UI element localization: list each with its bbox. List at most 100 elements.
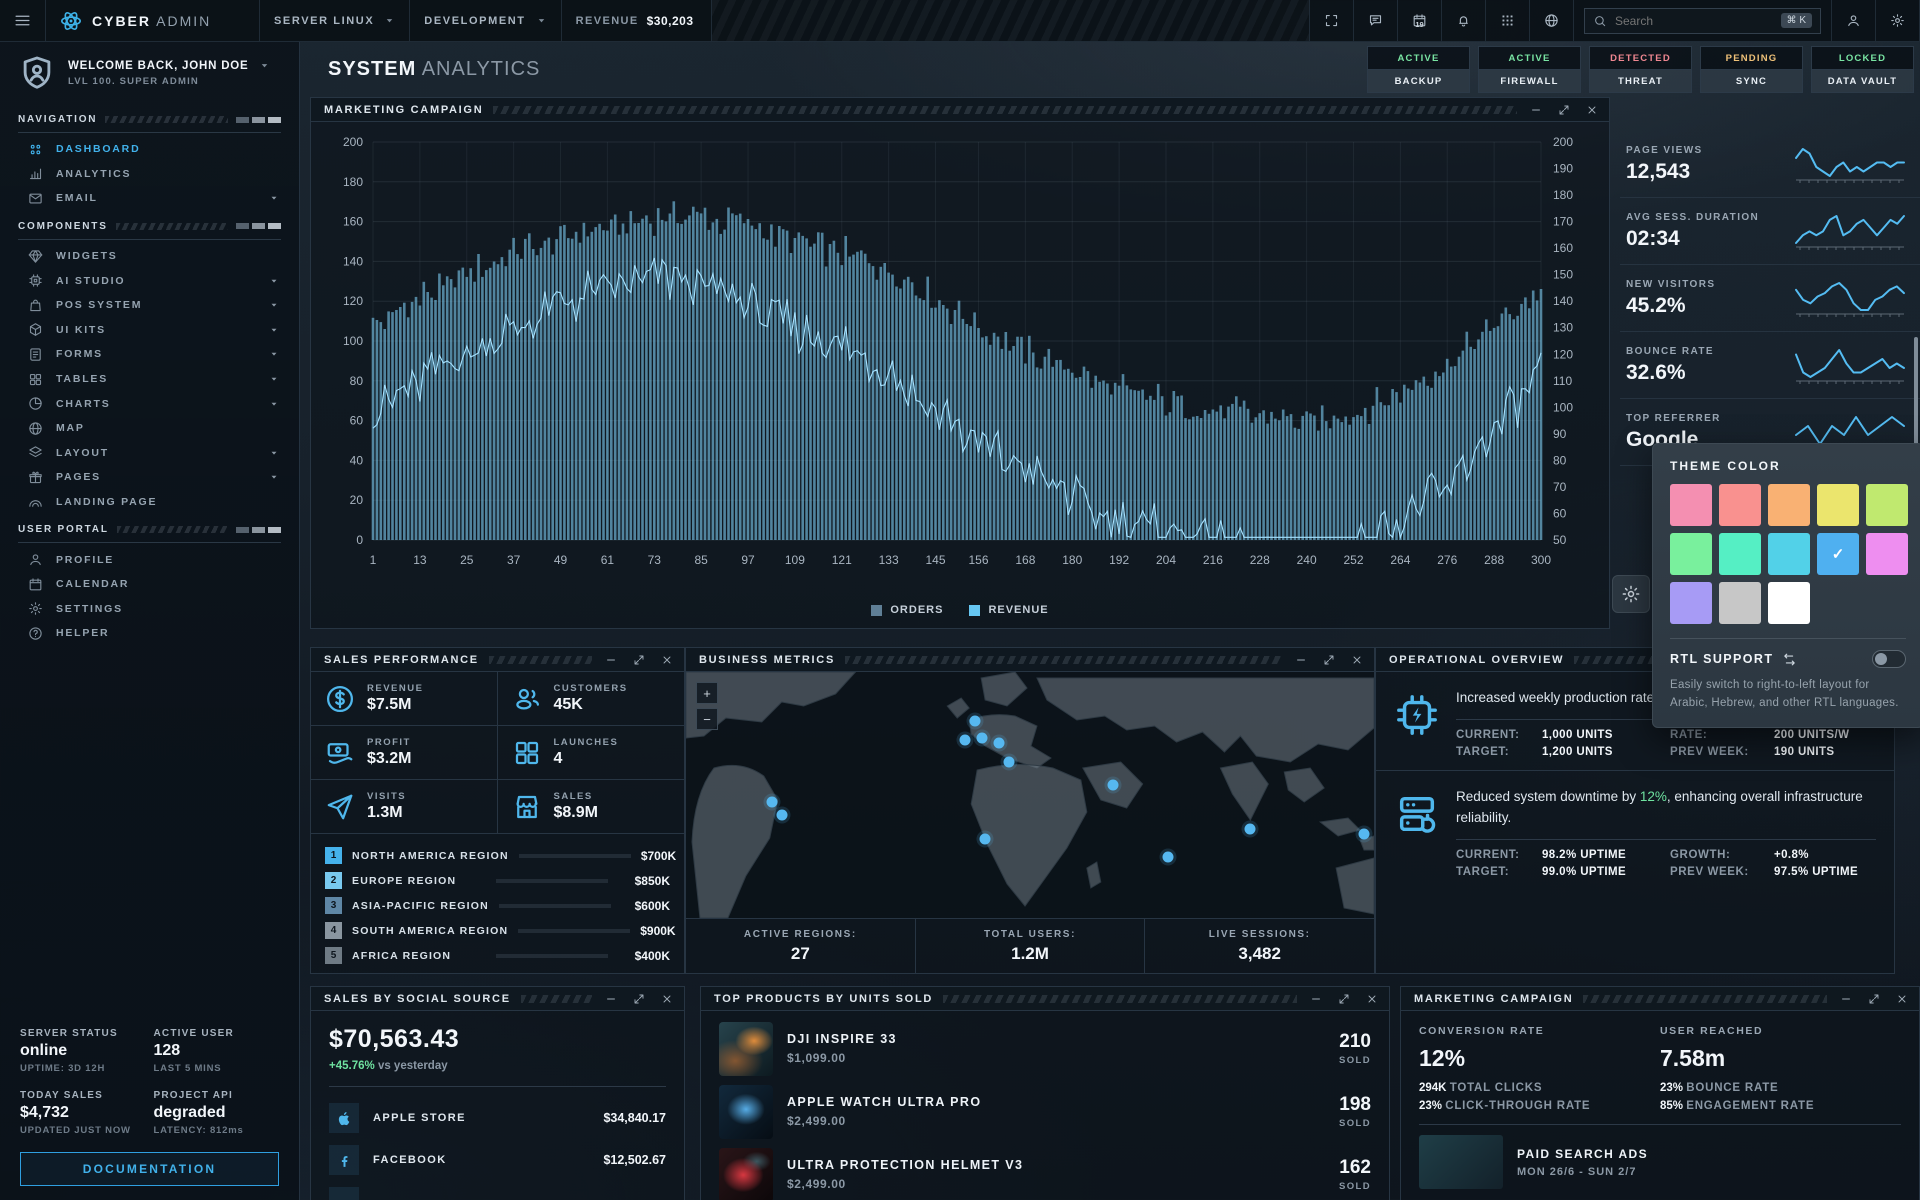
user-menu-button[interactable] [1832, 0, 1876, 41]
status-badge[interactable]: LOCKED DATA VAULT [1811, 46, 1914, 93]
product-row[interactable]: APPLE WATCH ULTRA PRO $2,499.00 198 SOLD [701, 1080, 1389, 1143]
documentation-button[interactable]: DOCUMENTATION [20, 1152, 279, 1186]
panel-minimize-button[interactable] [602, 990, 620, 1008]
panel-expand-button[interactable] [630, 990, 648, 1008]
brand[interactable]: CYBER ADMIN [46, 0, 260, 41]
sidebar-nav-item[interactable]: SETTINGS [0, 597, 299, 622]
sidebar-nav-item[interactable]: ANALYTICS [0, 162, 299, 187]
sidebar-nav-item[interactable]: UI KITS [0, 318, 299, 343]
panel-close-button[interactable] [1583, 101, 1601, 119]
map-location-dot[interactable] [1004, 756, 1015, 767]
sidebar-nav-item[interactable]: POS SYSTEM [0, 293, 299, 318]
map-location-dot[interactable] [980, 834, 991, 845]
sidebar-nav-item[interactable]: AI STUDIO [0, 268, 299, 293]
panel-minimize-button[interactable] [1292, 651, 1310, 669]
color-swatch[interactable] [1866, 533, 1908, 575]
environment-select[interactable]: DEVELOPMENT [410, 0, 561, 41]
sidebar-nav-item[interactable]: CALENDAR [0, 572, 299, 597]
color-swatch[interactable] [1768, 582, 1810, 624]
sidebar-nav-item[interactable]: MAP [0, 416, 299, 441]
panel-minimize-button[interactable] [1837, 990, 1855, 1008]
sidebar-nav-item[interactable]: HELPER [0, 621, 299, 646]
status-badge[interactable]: ACTIVE BACKUP [1367, 46, 1470, 93]
panel-minimize-button[interactable] [602, 651, 620, 669]
panel-expand-button[interactable] [1320, 651, 1338, 669]
status-badge[interactable]: ACTIVE FIREWALL [1478, 46, 1581, 93]
theme-settings-button[interactable] [1612, 575, 1650, 613]
color-swatch[interactable] [1768, 533, 1810, 575]
map-location-dot[interactable] [1107, 780, 1118, 791]
messages-button[interactable] [1354, 0, 1398, 41]
sidebar-nav-item[interactable]: LAYOUT [0, 441, 299, 466]
search-input[interactable] [1615, 14, 1773, 28]
color-swatch[interactable] [1817, 484, 1859, 526]
color-swatch[interactable] [1719, 484, 1761, 526]
social-source-row[interactable]: FACEBOOK $12,502.67 [329, 1139, 666, 1181]
color-swatch[interactable] [1719, 533, 1761, 575]
region-row[interactable]: 4 SOUTH AMERICA REGION $900K [325, 918, 670, 943]
user-welcome[interactable]: WELCOME BACK, JOHN DOE LVL 100. SUPER AD… [0, 42, 299, 104]
social-source-row-clipped[interactable] [329, 1181, 666, 1200]
server-select[interactable]: SERVER LINUX [260, 0, 410, 41]
language-button[interactable] [1530, 0, 1574, 41]
color-swatch[interactable] [1670, 484, 1712, 526]
panel-close-button[interactable] [658, 990, 676, 1008]
map-location-dot[interactable] [994, 738, 1005, 749]
sidebar-nav-item[interactable]: DASHBOARD [0, 137, 299, 162]
source-brand-icon [336, 1152, 353, 1169]
settings-button[interactable] [1876, 0, 1920, 41]
map-location-dot[interactable] [976, 733, 987, 744]
map-zoom-out-button[interactable]: − [696, 708, 718, 730]
map-zoom-in-button[interactable]: + [696, 682, 718, 704]
map-location-dot[interactable] [777, 809, 788, 820]
product-row[interactable]: ULTRA PROTECTION HELMET V3 $2,499.00 162… [701, 1143, 1389, 1200]
sidebar-nav-item[interactable]: WIDGETS [0, 244, 299, 269]
panel-expand-button[interactable] [1865, 990, 1883, 1008]
map-location-dot[interactable] [1245, 824, 1256, 835]
map-location-dot[interactable] [1162, 851, 1173, 862]
status-badge[interactable]: PENDING SYNC [1700, 46, 1803, 93]
region-row[interactable]: 2 EUROPE REGION $850K [325, 868, 670, 893]
sidebar-nav-item[interactable]: PROFILE [0, 547, 299, 572]
fullscreen-button[interactable] [1310, 0, 1354, 41]
panel-close-button[interactable] [1348, 651, 1366, 669]
sidebar-nav-item[interactable]: TABLES [0, 367, 299, 392]
sidebar-nav-item[interactable]: FORMS [0, 342, 299, 367]
panel-close-button[interactable] [1363, 990, 1381, 1008]
panel-minimize-button[interactable] [1527, 101, 1545, 119]
social-source-row[interactable]: APPLE STORE $34,840.17 [329, 1097, 666, 1139]
notifications-button[interactable] [1442, 0, 1486, 41]
map-location-dot[interactable] [959, 734, 970, 745]
color-swatch[interactable] [1719, 582, 1761, 624]
sidebar-nav-item[interactable]: CHARTS [0, 391, 299, 416]
user-icon [1846, 11, 1861, 30]
sidebar-nav-item[interactable]: PAGES [0, 465, 299, 490]
panel-close-button[interactable] [658, 651, 676, 669]
product-row[interactable]: DJI INSPIRE 33 $1,099.00 210 SOLD [701, 1017, 1389, 1080]
sidebar-nav-item[interactable]: LANDING PAGE [0, 490, 299, 515]
hamburger-menu-button[interactable] [0, 0, 46, 41]
search-box[interactable]: ⌘ K [1584, 8, 1821, 34]
map-location-dot[interactable] [767, 797, 778, 808]
status-badge[interactable]: DETECTED THREAT [1589, 46, 1692, 93]
sidebar-nav-item[interactable]: EMAIL [0, 186, 299, 211]
region-row[interactable]: 3 ASIA-PACIFIC REGION $600K [325, 893, 670, 918]
region-row[interactable]: 1 NORTH AMERICA REGION $700K [325, 843, 670, 868]
panel-expand-button[interactable] [630, 651, 648, 669]
region-row[interactable]: 5 AFRICA REGION $400K [325, 943, 670, 968]
map-location-dot[interactable] [969, 716, 980, 727]
panel-expand-button[interactable] [1335, 990, 1353, 1008]
color-swatch[interactable] [1670, 582, 1712, 624]
map-location-dot[interactable] [1358, 829, 1369, 840]
calendar-button[interactable]: 19 [1398, 0, 1442, 41]
panel-expand-button[interactable] [1555, 101, 1573, 119]
color-swatch[interactable]: ✓ [1817, 533, 1859, 575]
rtl-toggle[interactable] [1872, 650, 1906, 668]
color-swatch[interactable] [1768, 484, 1810, 526]
campaign-row[interactable]: PAID SEARCH ADS MON 26/6 - SUN 2/7 [1419, 1135, 1901, 1189]
panel-close-button[interactable] [1893, 990, 1911, 1008]
apps-grid-button[interactable] [1486, 0, 1530, 41]
color-swatch[interactable] [1670, 533, 1712, 575]
panel-minimize-button[interactable] [1307, 990, 1325, 1008]
color-swatch[interactable] [1866, 484, 1908, 526]
